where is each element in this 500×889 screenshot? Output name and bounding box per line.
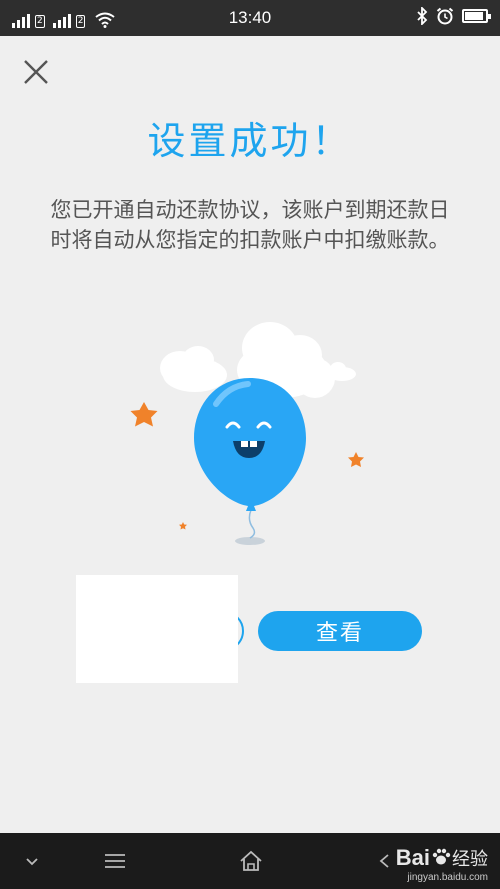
home-icon bbox=[240, 850, 262, 871]
status-bar: 2 2 13:40 bbox=[0, 0, 500, 36]
nav-menu-button[interactable] bbox=[100, 847, 130, 875]
nav-back-button[interactable] bbox=[372, 847, 396, 875]
alarm-icon bbox=[436, 7, 454, 25]
cloud-icon bbox=[160, 346, 227, 392]
status-right bbox=[416, 7, 491, 25]
baidu-watermark: Bai 经验 jingyan.baidu.com bbox=[395, 845, 488, 884]
close-icon bbox=[24, 60, 48, 84]
star-icon bbox=[130, 402, 158, 427]
watermark-brand: Bai 经验 bbox=[395, 845, 488, 870]
cloud-icon bbox=[328, 362, 356, 381]
nav-collapse-button[interactable] bbox=[18, 847, 46, 875]
nav-bar: Bai 经验 jingyan.baidu.com bbox=[0, 833, 500, 889]
back-icon bbox=[379, 854, 389, 868]
battery-icon bbox=[462, 9, 491, 23]
star-icon bbox=[179, 522, 187, 530]
close-button[interactable] bbox=[20, 56, 52, 88]
paw-icon bbox=[432, 848, 451, 865]
watermark-url: jingyan.baidu.com bbox=[407, 872, 488, 883]
menu-icon bbox=[105, 854, 125, 868]
description-text: 您已开通自动还款协议，该账户到期还款日时将自动从您指定的扣款账户中扣缴账款。 bbox=[50, 198, 450, 252]
balloon-illustration bbox=[130, 322, 364, 545]
bluetooth-icon bbox=[417, 7, 428, 25]
chevron-down-icon bbox=[26, 858, 38, 866]
redaction-box bbox=[76, 575, 238, 683]
nav-home-button[interactable] bbox=[236, 847, 266, 875]
view-button[interactable]: 查看 bbox=[258, 611, 422, 651]
page-title: 设置成功！ bbox=[147, 119, 353, 163]
star-icon bbox=[348, 452, 364, 467]
